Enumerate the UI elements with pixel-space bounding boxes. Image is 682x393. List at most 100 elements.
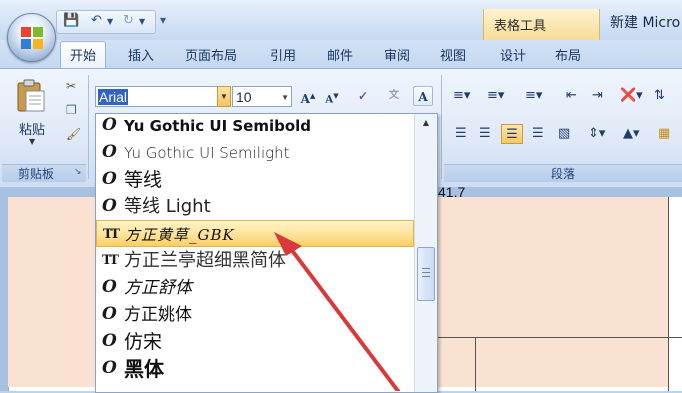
clipboard-dialog-launcher-icon[interactable]: ↘ (74, 167, 82, 177)
table-border (436, 337, 682, 338)
font-option-label: 等线 Light (124, 196, 211, 217)
clear-formatting-button[interactable]: A (413, 86, 433, 106)
opentype-font-icon: O (102, 331, 117, 351)
clipboard-caption-text: 剪贴板 (17, 167, 54, 181)
align-right-icon[interactable]: ☰ (501, 124, 523, 144)
line-spacing-icon[interactable]: ⇕▾ (588, 124, 605, 144)
align-left-icon[interactable]: ☰ (455, 124, 467, 144)
customize-qat-icon[interactable]: ▾ (160, 13, 166, 27)
font-name-combobox[interactable]: Arial ▼ (95, 86, 231, 107)
font-option-label: 等线 (124, 169, 163, 191)
font-size-value[interactable]: 10 (236, 89, 252, 105)
borders-icon[interactable]: ▦ (658, 124, 670, 144)
copy-icon[interactable]: ❐ (66, 103, 77, 117)
character-border-icon[interactable]: 文 (384, 86, 404, 106)
scroll-up-icon[interactable]: ▲ (415, 114, 437, 132)
justify-icon[interactable]: ☰ (532, 124, 544, 144)
increase-indent-icon[interactable]: ⇥ (592, 86, 603, 106)
opentype-font-icon: O (102, 277, 117, 297)
font-name-value[interactable]: Arial (98, 89, 129, 105)
clear-formatting-label: A (418, 90, 428, 104)
opentype-font-icon: O (102, 358, 117, 378)
align-center-icon[interactable]: ☰ (479, 124, 491, 144)
font-option-label: 方正姚体 (124, 305, 192, 325)
grow-font-button[interactable]: A▲ (298, 86, 318, 106)
tab-home[interactable]: 开始 (60, 41, 107, 70)
multilevel-list-icon[interactable]: ≡▾ (525, 86, 542, 106)
redo-dropdown-icon[interactable]: ▼ (139, 17, 145, 26)
font-option[interactable]: TT 方正兰亭超细黑简体 (96, 247, 414, 274)
font-size-combobox[interactable]: 10 ▼ (232, 86, 292, 107)
office-logo-icon (21, 27, 43, 49)
paragraph-group-caption: 段落 (444, 164, 682, 182)
cut-icon[interactable]: ✂ (66, 79, 76, 93)
opentype-font-icon: O (102, 142, 117, 162)
table-tools-context-header: 表格工具 (483, 9, 600, 40)
font-option[interactable]: O 仿宋 (96, 328, 414, 355)
ribbon-tabs: 开始 插入 页面布局 引用 邮件 审阅 视图 设计 布局 (0, 40, 682, 70)
grip-line (422, 268, 430, 269)
phonetic-guide-icon[interactable]: ✓ (353, 86, 373, 106)
font-list-scrollbar[interactable]: ▲ (414, 114, 437, 392)
tab-layout[interactable]: 布局 (555, 45, 581, 64)
format-painter-icon[interactable]: 🖌 (66, 127, 81, 141)
font-option-label: 方正黄草_GBK (125, 226, 235, 244)
redo-icon[interactable]: ↻ (123, 13, 134, 28)
font-option-hovered[interactable]: TT 方正黄草_GBK (96, 220, 414, 247)
font-option[interactable]: O Yu Gothic UI Semibold (96, 114, 414, 139)
group-separator (88, 75, 89, 179)
grip-line (422, 276, 430, 277)
font-dropdown-list[interactable]: O Yu Gothic UI Semibold O Yu Gothic UI S… (95, 113, 438, 393)
document-title: 新建 Micro (610, 15, 681, 31)
decrease-indent-icon[interactable]: ⇤ (566, 86, 577, 106)
undo-icon[interactable]: ↶ (91, 13, 102, 28)
context-tab-title: 表格工具 (494, 19, 547, 34)
font-option[interactable]: O 等线 (96, 166, 414, 193)
tab-review[interactable]: 审阅 (384, 45, 410, 64)
group-separator (441, 75, 442, 179)
table-border (475, 337, 476, 391)
distributed-icon[interactable]: ▧ (558, 124, 570, 144)
paste-dropdown-icon[interactable]: ▼ (29, 137, 35, 146)
grip-line (422, 272, 430, 273)
numbering-icon[interactable]: ≡▾ (487, 86, 504, 106)
truetype-font-icon: TT (102, 253, 119, 268)
office-button[interactable] (7, 13, 56, 62)
tab-view[interactable]: 视图 (440, 45, 466, 64)
text-direction-icon[interactable]: ❌▾ (620, 86, 643, 106)
table-border (668, 197, 669, 391)
undo-dropdown-icon[interactable]: ▼ (107, 17, 113, 26)
shading-icon[interactable]: ▲▾ (623, 124, 640, 144)
save-icon[interactable]: 💾 (63, 13, 79, 28)
tab-mailings[interactable]: 邮件 (327, 45, 353, 64)
scrollbar-thumb[interactable] (417, 247, 435, 301)
opentype-font-icon: O (102, 304, 117, 324)
tab-insert[interactable]: 插入 (128, 45, 154, 64)
font-option[interactable]: O 黑体 (96, 355, 414, 382)
font-option-label: Yu Gothic UI Semilight (124, 144, 290, 162)
shrink-font-button[interactable]: A▼ (322, 86, 342, 106)
bullets-icon[interactable]: ≡▾ (453, 86, 470, 106)
font-option[interactable]: O 方正舒体 (96, 274, 414, 301)
font-option[interactable]: O 等线 Light (96, 193, 414, 220)
tab-page-layout[interactable]: 页面布局 (185, 45, 237, 64)
grow-font-label: A (300, 92, 310, 106)
opentype-font-icon: O (102, 115, 117, 135)
paste-icon[interactable] (16, 79, 46, 113)
opentype-font-icon: O (102, 169, 117, 189)
font-option[interactable]: O Yu Gothic UI Semilight (96, 139, 414, 166)
sort-icon[interactable]: ⇅ (654, 86, 665, 106)
paragraph-caption-text: 段落 (550, 167, 575, 181)
quick-access-toolbar: 💾 ↶ ▼ ↻ ▼ (56, 10, 156, 34)
tab-design[interactable]: 设计 (500, 45, 526, 64)
font-option[interactable]: O 方正姚体 (96, 301, 414, 328)
font-option-label: Yu Gothic UI Semibold (124, 117, 312, 135)
font-size-dropdown-icon[interactable]: ▼ (281, 87, 289, 108)
paste-button-label[interactable]: 粘贴 (19, 119, 45, 138)
font-option-label: 仿宋 (124, 331, 163, 353)
table-cell-value[interactable]: 41.7 (438, 184, 465, 200)
font-name-dropdown-icon[interactable]: ▼ (217, 86, 231, 107)
title-bar: 💾 ↶ ▼ ↻ ▼ ▾ 表格工具 新建 Micro (0, 0, 682, 40)
tab-references[interactable]: 引用 (270, 45, 296, 64)
font-option-label: 方正舒体 (124, 278, 192, 298)
